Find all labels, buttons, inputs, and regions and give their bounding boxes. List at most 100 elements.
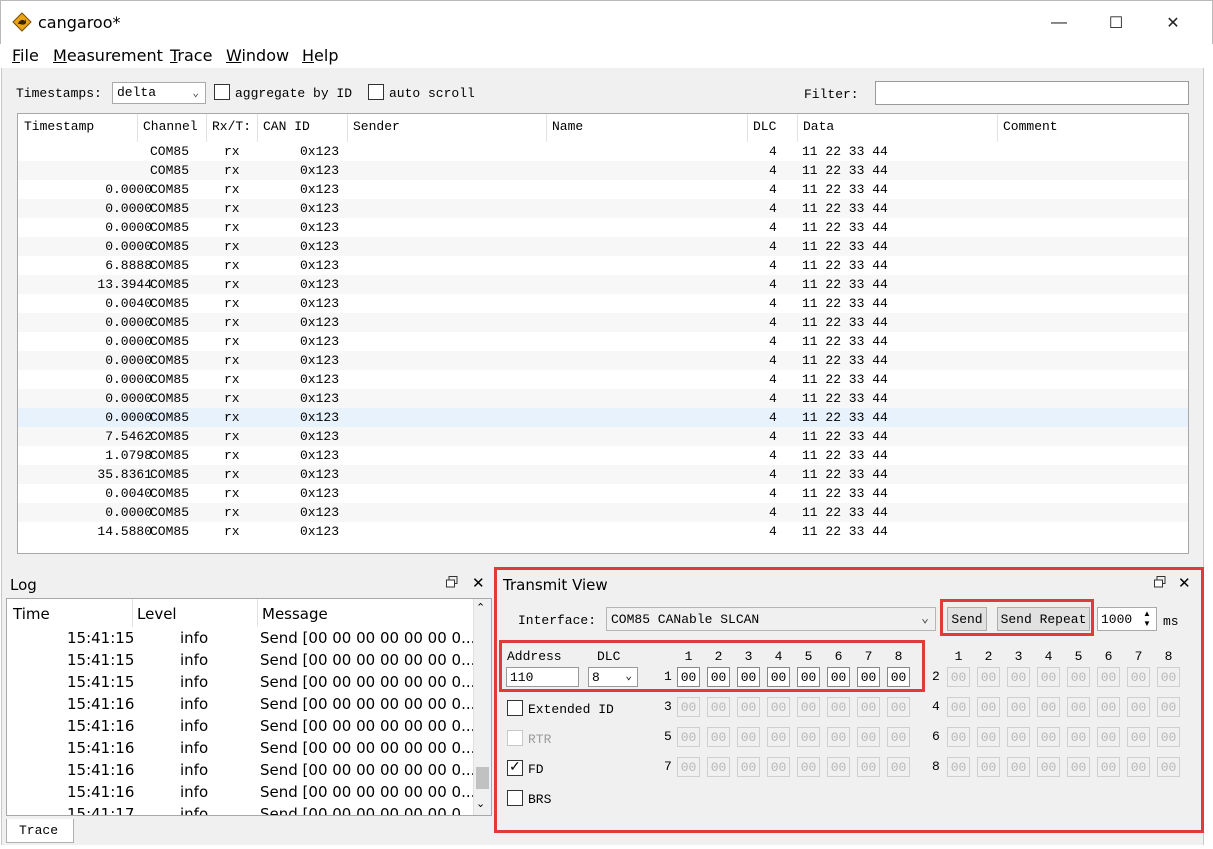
column-header[interactable]: Channel	[143, 119, 198, 134]
column-header[interactable]: Name	[552, 119, 583, 134]
column-header[interactable]: Comment	[1003, 119, 1058, 134]
byte-input[interactable]: 00	[677, 757, 700, 777]
table-row[interactable]: 6.8888 COM85 rx 0x123 4 11 22 33 44	[18, 256, 1188, 275]
byte-input[interactable]: 00	[1007, 667, 1030, 687]
byte-input[interactable]: 00	[737, 667, 760, 687]
byte-input[interactable]: 00	[797, 697, 820, 717]
byte-input[interactable]: 00	[1127, 757, 1150, 777]
log-row[interactable]: 15:41:16 info Send [00 00 00 00 00 00 0...	[7, 737, 475, 759]
byte-input[interactable]: 00	[1157, 697, 1180, 717]
log-column-header[interactable]: Level	[137, 605, 177, 623]
table-row[interactable]: 14.5880 COM85 rx 0x123 4 11 22 33 44	[18, 522, 1188, 541]
byte-input[interactable]: 00	[1157, 667, 1180, 687]
log-row[interactable]: 15:41:15 info Send [00 00 00 00 00 00 0...	[7, 649, 475, 671]
table-row[interactable]: 0.0000 COM85 rx 0x123 4 11 22 33 44	[18, 503, 1188, 522]
column-divider[interactable]	[206, 114, 207, 142]
table-row[interactable]: 0.0000 COM85 rx 0x123 4 11 22 33 44	[18, 408, 1188, 427]
byte-input[interactable]: 00	[1157, 757, 1180, 777]
float-window-icon[interactable]	[1154, 576, 1166, 591]
byte-input[interactable]: 00	[1097, 667, 1120, 687]
byte-input[interactable]: 00	[1127, 727, 1150, 747]
column-header[interactable]: Sender	[353, 119, 400, 134]
byte-input[interactable]: 00	[947, 757, 970, 777]
timestamps-select[interactable]: delta ⌄	[112, 82, 206, 104]
byte-input[interactable]: 00	[767, 727, 790, 747]
byte-input[interactable]: 00	[767, 667, 790, 687]
byte-input[interactable]: 00	[707, 757, 730, 777]
byte-input[interactable]: 00	[977, 667, 1000, 687]
filter-input[interactable]	[875, 81, 1189, 105]
log-row[interactable]: 15:41:16 info Send [00 00 00 00 00 00 0...	[7, 781, 475, 803]
byte-input[interactable]: 00	[1127, 697, 1150, 717]
byte-input[interactable]: 00	[1067, 727, 1090, 747]
byte-input[interactable]: 00	[827, 697, 850, 717]
byte-input[interactable]: 00	[677, 697, 700, 717]
address-input[interactable]: 110	[506, 667, 579, 687]
table-row[interactable]: 0.0000 COM85 rx 0x123 4 11 22 33 44	[18, 370, 1188, 389]
table-row[interactable]: 0.0000 COM85 rx 0x123 4 11 22 33 44	[18, 332, 1188, 351]
table-row[interactable]: COM85 rx 0x123 4 11 22 33 44	[18, 142, 1188, 161]
byte-input[interactable]: 00	[1007, 757, 1030, 777]
column-divider[interactable]	[257, 599, 258, 627]
byte-input[interactable]: 00	[977, 697, 1000, 717]
brs-checkbox[interactable]	[507, 790, 523, 806]
column-header[interactable]: Timestamp	[24, 119, 94, 134]
scroll-up-icon[interactable]: ⌃	[476, 601, 485, 614]
log-row[interactable]: 15:41:15 info Send [00 00 00 00 00 00 0...	[7, 671, 475, 693]
byte-input[interactable]: 00	[827, 727, 850, 747]
byte-input[interactable]: 00	[797, 757, 820, 777]
byte-input[interactable]: 00	[677, 667, 700, 687]
column-divider[interactable]	[137, 114, 138, 142]
byte-input[interactable]: 00	[1007, 697, 1030, 717]
table-row[interactable]: 0.0040 COM85 rx 0x123 4 11 22 33 44	[18, 294, 1188, 313]
byte-input[interactable]: 00	[767, 697, 790, 717]
byte-input[interactable]: 00	[1157, 727, 1180, 747]
table-row[interactable]: 0.0000 COM85 rx 0x123 4 11 22 33 44	[18, 313, 1188, 332]
byte-input[interactable]: 00	[977, 727, 1000, 747]
table-row[interactable]: 7.5462 COM85 rx 0x123 4 11 22 33 44	[18, 427, 1188, 446]
column-header[interactable]: DLC	[753, 119, 776, 134]
column-header[interactable]: CAN ID	[263, 119, 310, 134]
table-row[interactable]: 35.8361 COM85 rx 0x123 4 11 22 33 44	[18, 465, 1188, 484]
table-row[interactable]: 0.0000 COM85 rx 0x123 4 11 22 33 44	[18, 218, 1188, 237]
byte-input[interactable]: 00	[887, 757, 910, 777]
byte-input[interactable]: 00	[887, 727, 910, 747]
scroll-thumb[interactable]	[476, 767, 489, 789]
menu-window[interactable]: Window	[226, 46, 289, 65]
column-divider[interactable]	[747, 114, 748, 142]
byte-input[interactable]: 00	[1097, 697, 1120, 717]
byte-input[interactable]: 00	[1037, 727, 1060, 747]
byte-input[interactable]: 00	[1067, 697, 1090, 717]
byte-input[interactable]: 00	[1067, 757, 1090, 777]
byte-input[interactable]: 00	[707, 667, 730, 687]
byte-input[interactable]: 00	[1037, 697, 1060, 717]
byte-input[interactable]: 00	[707, 697, 730, 717]
byte-input[interactable]: 00	[1037, 757, 1060, 777]
table-row[interactable]: COM85 rx 0x123 4 11 22 33 44	[18, 161, 1188, 180]
byte-input[interactable]: 00	[797, 667, 820, 687]
byte-input[interactable]: 00	[1037, 667, 1060, 687]
table-row[interactable]: 0.0000 COM85 rx 0x123 4 11 22 33 44	[18, 237, 1188, 256]
log-row[interactable]: 15:41:17 info Send [00 00 00 00 00 00 0...	[7, 803, 475, 815]
log-table[interactable]: Time Level Message 15:41:15 info Send [00 00 …	[6, 598, 492, 816]
close-window-button[interactable]: ✕	[1150, 8, 1196, 38]
menu-measurement[interactable]: Measurement	[53, 46, 163, 65]
byte-input[interactable]: 00	[947, 727, 970, 747]
fd-checkbox[interactable]: ✓	[507, 758, 523, 776]
trace-table[interactable]: Timestamp Channel Rx/T: CAN ID Sender Name DLC…	[17, 113, 1189, 554]
table-row[interactable]: 1.0798 COM85 rx 0x123 4 11 22 33 44	[18, 446, 1188, 465]
rtr-checkbox[interactable]	[507, 730, 523, 746]
byte-input[interactable]: 00	[1097, 727, 1120, 747]
byte-input[interactable]: 00	[737, 727, 760, 747]
float-window-icon[interactable]	[446, 576, 458, 591]
table-row[interactable]: 0.0000 COM85 rx 0x123 4 11 22 33 44	[18, 389, 1188, 408]
menu-trace[interactable]: Trace	[170, 46, 212, 65]
column-divider[interactable]	[132, 599, 133, 627]
auto-scroll-checkbox[interactable]	[368, 84, 384, 100]
menu-help[interactable]: Help	[302, 46, 338, 65]
tab-trace[interactable]: Trace	[6, 819, 74, 843]
byte-input[interactable]: 00	[977, 757, 1000, 777]
byte-input[interactable]: 00	[1067, 667, 1090, 687]
byte-input[interactable]: 00	[737, 697, 760, 717]
byte-input[interactable]: 00	[947, 667, 970, 687]
